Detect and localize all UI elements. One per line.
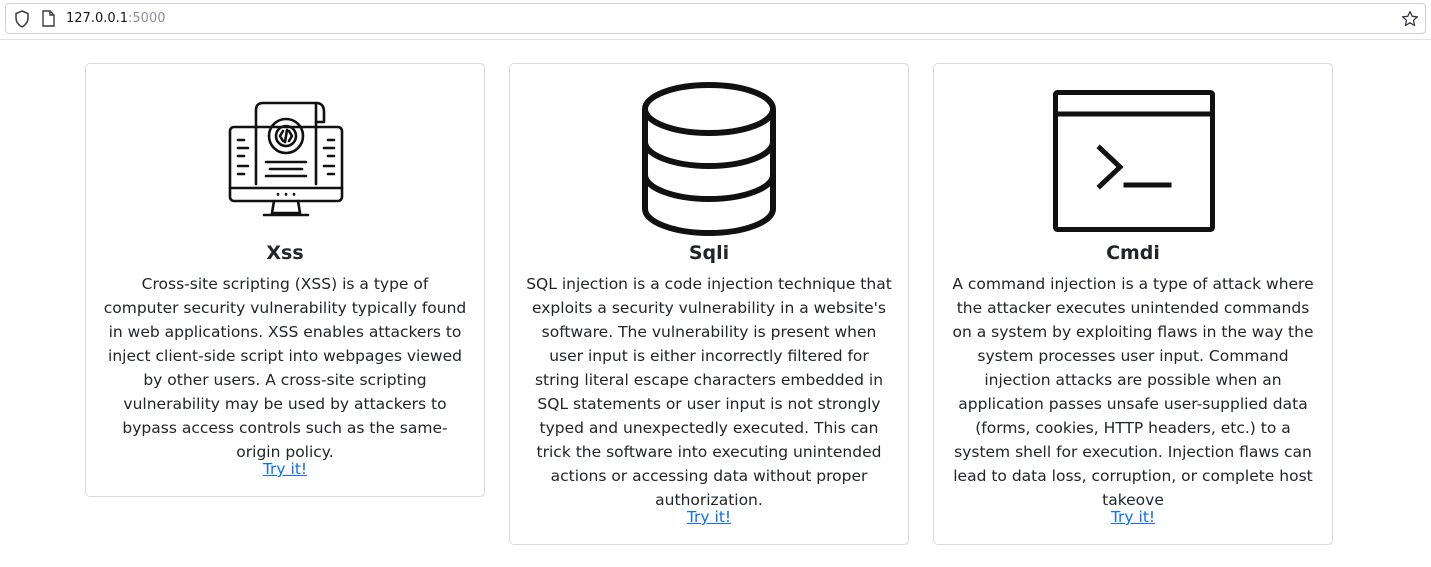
- url-text[interactable]: 127.0.0.1:5000: [66, 11, 166, 27]
- page-icon: [41, 10, 55, 31]
- try-it-link[interactable]: Try it!: [934, 505, 1332, 529]
- card-title: Sqli: [688, 242, 730, 264]
- card-xss: Xss Cross-site scripting (XSS) is a type…: [85, 63, 485, 497]
- toolbar-divider: [0, 39, 1431, 40]
- try-it-link[interactable]: Try it!: [86, 457, 484, 481]
- card-description: SQL injection is a code injection techni…: [526, 275, 892, 509]
- database-icon: [640, 81, 778, 241]
- shield-icon[interactable]: [14, 10, 30, 32]
- address-bar[interactable]: 127.0.0.1:5000: [5, 3, 1426, 34]
- card-description: Cross-site scripting (XSS) is a type of …: [103, 275, 467, 461]
- card-title: Cmdi: [1106, 242, 1160, 264]
- code-monitor-icon: [226, 100, 346, 224]
- bookmark-star-icon[interactable]: [1401, 10, 1419, 32]
- card-cmdi: Cmdi A command injection is a type of at…: [933, 63, 1333, 545]
- url-port: :5000: [128, 11, 166, 26]
- try-it-link[interactable]: Try it!: [510, 505, 908, 529]
- card-description: A command injection is a type of attack …: [952, 275, 1314, 509]
- card-sqli: Sqli SQL injection is a code injection t…: [509, 63, 909, 545]
- card-title: Xss: [266, 242, 304, 264]
- url-host: 127.0.0.1: [66, 11, 129, 26]
- terminal-icon: [1053, 90, 1215, 236]
